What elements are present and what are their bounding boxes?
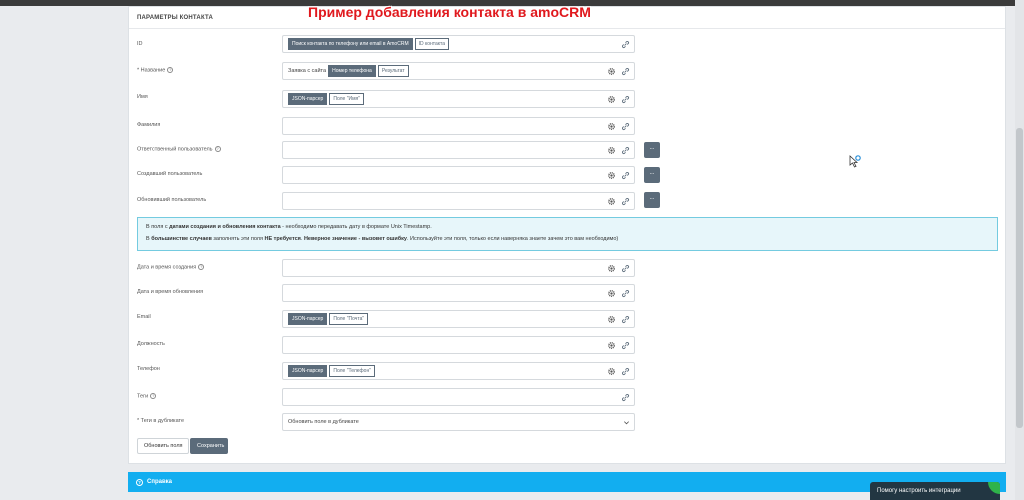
gear-icon[interactable] <box>607 315 616 324</box>
label-updater-user: Обновивший пользователь <box>137 197 207 203</box>
field-email[interactable]: JSON-парсер Поле "Почта" <box>282 310 635 328</box>
panel-divider <box>129 28 1005 29</box>
field-updater-user[interactable] <box>282 192 635 210</box>
select-duplicate-tags-value: Обновить поле в дубликате <box>288 419 359 425</box>
label-phone: Телефон <box>137 366 160 372</box>
link-icon[interactable] <box>621 146 630 155</box>
label-creator-user: Создавший пользователь <box>137 171 203 177</box>
panel-title: ПАРАМЕТРЫ КОНТАКТА <box>137 15 213 21</box>
field-position[interactable] <box>282 336 635 354</box>
gear-icon[interactable] <box>607 367 616 376</box>
video-overlay-title: Пример добавления контакта в amoCRM <box>308 4 591 20</box>
chip-field-email[interactable]: Поле "Почта" <box>329 313 369 325</box>
chip-json-parser[interactable]: JSON-парсер <box>288 93 328 105</box>
select-responsible-user-button[interactable]: ... <box>644 142 660 158</box>
select-updater-user-button[interactable]: ... <box>644 192 660 208</box>
label-first-name: Имя <box>137 94 148 100</box>
gear-icon[interactable] <box>607 289 616 298</box>
gear-icon[interactable] <box>607 146 616 155</box>
link-icon[interactable] <box>621 289 630 298</box>
help-icon: ? <box>136 478 143 486</box>
chip-json-parser[interactable]: JSON-парсер <box>288 365 328 377</box>
link-icon[interactable] <box>621 122 630 131</box>
scrollbar-thumb[interactable] <box>1016 128 1023 428</box>
info-icon: ? <box>167 67 174 73</box>
contact-params-panel: ПАРАМЕТРЫ КОНТАКТА ID Поиск контакта по … <box>128 6 1006 464</box>
link-icon[interactable] <box>621 197 630 206</box>
gear-icon[interactable] <box>607 341 616 350</box>
notice-line-2: В большинстве случаев заполнять эти поля… <box>146 236 619 242</box>
gear-icon[interactable] <box>607 171 616 180</box>
info-notice: В поля с датами создания и обновления ко… <box>137 217 998 251</box>
name-prefix-text: Заявка с сайта <box>288 68 327 74</box>
label-tags: Теги? <box>137 393 157 400</box>
label-created-at: Дата и время создания? <box>137 264 205 271</box>
mouse-cursor-icon <box>849 155 861 168</box>
label-responsible-user: Ответственный пользователь? <box>137 146 221 153</box>
link-icon[interactable] <box>621 40 630 49</box>
field-phone[interactable]: JSON-парсер Поле "Телефон" <box>282 362 635 380</box>
field-first-name[interactable]: JSON-парсер Поле "Имя" <box>282 90 635 108</box>
link-icon[interactable] <box>621 95 630 104</box>
chip-result[interactable]: Результат <box>377 65 409 77</box>
help-label: Справка <box>147 479 172 485</box>
field-updated-at[interactable] <box>282 284 635 302</box>
select-duplicate-tags[interactable]: Обновить поле в дубликате <box>282 413 635 431</box>
chip-field-phone[interactable]: Поле "Телефон" <box>329 365 375 377</box>
link-icon[interactable] <box>621 393 630 402</box>
info-icon: ? <box>198 264 205 270</box>
gear-icon[interactable] <box>607 264 616 273</box>
label-duplicate-tags: * Теги в дубликате <box>137 418 185 424</box>
gear-icon[interactable] <box>607 122 616 131</box>
update-fields-button[interactable]: Обновить поля <box>137 438 189 454</box>
label-updated-at: Дата и время обновления <box>137 289 204 295</box>
label-last-name: Фамилия <box>137 122 161 128</box>
chat-widget[interactable]: Помогу настроить интеграции <box>870 482 1000 500</box>
field-responsible-user[interactable] <box>282 141 635 159</box>
label-email: Email <box>137 314 151 320</box>
chip-json-parser[interactable]: JSON-парсер <box>288 313 328 325</box>
chip-field-name[interactable]: Поле "Имя" <box>329 93 364 105</box>
field-name[interactable]: Заявка с сайта Номер телефона Результат <box>282 62 635 80</box>
chevron-down-icon <box>624 421 629 425</box>
gear-icon[interactable] <box>607 67 616 76</box>
gear-icon[interactable] <box>607 197 616 206</box>
notice-line-1: В поля с датами создания и обновления ко… <box>146 224 432 230</box>
chip-phone-number[interactable]: Номер телефона <box>328 65 376 77</box>
gear-icon[interactable] <box>607 95 616 104</box>
label-id: ID <box>137 41 143 47</box>
label-position: Должность <box>137 341 165 347</box>
link-icon[interactable] <box>621 315 630 324</box>
field-tags[interactable] <box>282 388 635 406</box>
chip-contact-id[interactable]: ID контакта <box>414 38 450 50</box>
info-icon: ? <box>150 393 157 399</box>
chip-contact-search[interactable]: Поиск контакта по телефону или email в A… <box>288 38 413 50</box>
link-icon[interactable] <box>621 341 630 350</box>
select-creator-user-button[interactable]: ... <box>644 167 660 183</box>
link-icon[interactable] <box>621 264 630 273</box>
save-button[interactable]: Сохранить <box>190 438 228 454</box>
info-icon: ? <box>214 146 221 152</box>
link-icon[interactable] <box>621 171 630 180</box>
link-icon[interactable] <box>621 67 630 76</box>
link-icon[interactable] <box>621 367 630 376</box>
field-created-at[interactable] <box>282 259 635 277</box>
field-creator-user[interactable] <box>282 166 635 184</box>
field-last-name[interactable] <box>282 117 635 135</box>
label-name: * Название? <box>137 67 174 74</box>
field-id[interactable]: Поиск контакта по телефону или email в A… <box>282 35 635 53</box>
